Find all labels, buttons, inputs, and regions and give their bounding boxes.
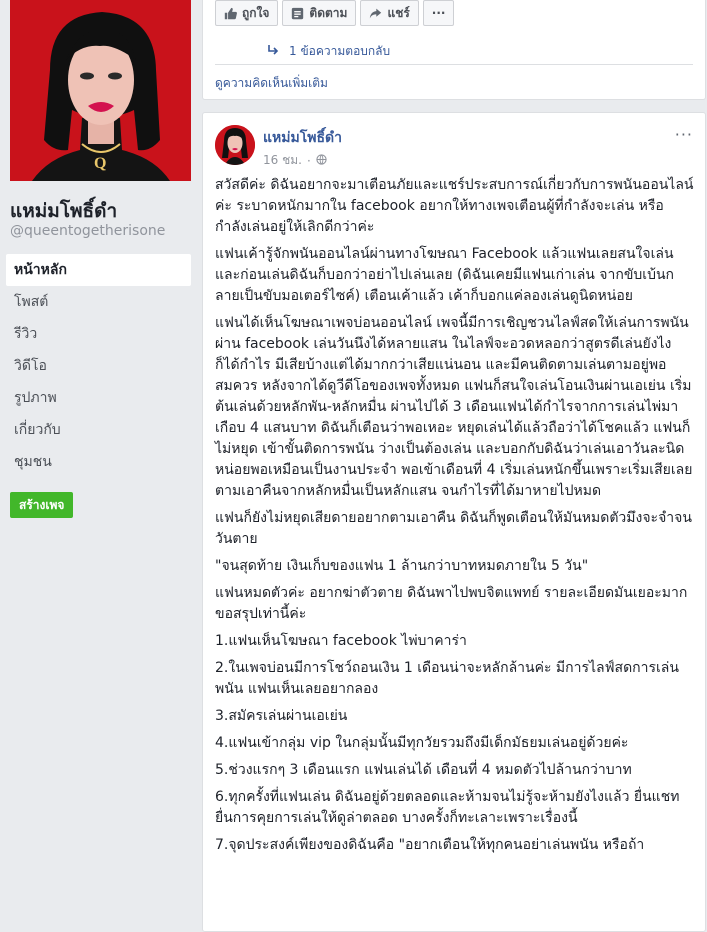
reply-arrow-icon xyxy=(267,44,279,59)
post-paragraph: 3.สมัครเล่นผ่านเอเย่น xyxy=(215,708,348,724)
post-author-name[interactable]: แหม่มโพธิ์ดำ xyxy=(263,127,342,149)
profile-illustration: Q xyxy=(10,0,191,181)
page-profile-picture[interactable]: Q xyxy=(10,0,191,181)
svg-text:Q: Q xyxy=(94,155,106,172)
post-paragraph: 6.ทุกครั้งที่แฟนเล่น ดิฉันอยู่ด้วยตลอดแล… xyxy=(215,789,680,826)
post-options-menu-button[interactable]: ··· xyxy=(675,125,693,144)
create-page-button[interactable]: สร้างเพจ xyxy=(10,492,74,518)
post-text: สวัสดีค่ะ ดิฉันอยากจะมาเตือนภัยและแชร์ปร… xyxy=(215,175,695,862)
like-page-button[interactable]: ถูกใจ xyxy=(215,0,279,26)
post-paragraph: "จนสุดท้าย เงินเก็บของแฟน 1 ล้านกว่าบาทห… xyxy=(215,558,589,574)
post-paragraph: แฟนเค้ารู้จักพนันออนไลน์ผ่านทางโฆษณา Fac… xyxy=(215,246,675,304)
left-column: Q แหม่มโพธิ์ดำ @queentogetherisone หน้าห… xyxy=(0,0,200,915)
post-paragraph: แฟนก็ยังไม่หยุดเสียดายอยากตามเอาคืน ดิฉั… xyxy=(215,510,692,547)
post-author-avatar[interactable] xyxy=(215,125,255,165)
page-name[interactable]: แหม่มโพธิ์ดำ xyxy=(10,196,117,226)
nav-item-photos[interactable]: รูปภาพ xyxy=(6,382,191,414)
nav-item-posts[interactable]: โพสต์ xyxy=(6,286,191,318)
post-paragraph: สวัสดีค่ะ ดิฉันอยากจะมาเตือนภัยและแชร์ปร… xyxy=(215,177,694,235)
page-nav: หน้าหลัก โพสต์ รีวิว วิดีโอ รูปภาพ เกี่ย… xyxy=(6,254,191,478)
page-action-row: ถูกใจ ติดตาม แชร์ ··· xyxy=(215,0,455,30)
post-paragraph: แฟนหมดตัวค่ะ อยากฆ่าตัวตาย ดิฉันพาไปพบจิ… xyxy=(215,585,688,622)
replies-label: 1 ข้อความตอบกลับ xyxy=(289,44,391,58)
nav-item-about[interactable]: เกี่ยวกับ xyxy=(6,414,191,446)
share-arrow-icon xyxy=(369,7,382,20)
post-card: แหม่มโพธิ์ดำ 16 ชม. · ··· สวัสดีค่ะ ดิฉั… xyxy=(202,112,706,932)
follow-page-button[interactable]: ติดตาม xyxy=(282,0,357,26)
share-label: แชร์ xyxy=(387,5,410,20)
rss-feed-icon xyxy=(291,7,304,20)
replies-link[interactable]: 1 ข้อความตอบกลับ xyxy=(267,42,390,61)
like-label: ถูกใจ xyxy=(242,5,270,20)
view-more-comments-link[interactable]: ดูความคิดเห็นเพิ่มเติม xyxy=(215,74,328,93)
post-paragraph: 5.ช่วงแรกๆ 3 เดือนแรก แฟนเล่นได้ เดือนที… xyxy=(215,762,632,778)
nav-item-reviews[interactable]: รีวิว xyxy=(6,318,191,350)
avatar-illustration xyxy=(215,125,255,165)
nav-item-videos[interactable]: วิดีโอ xyxy=(6,350,191,382)
post-paragraph: 2.ในเพจบ่อนมีการโชว์ถอนเงิน 1 เดือนน่าจะ… xyxy=(215,660,679,697)
post-paragraph: แฟนได้เห็นโฆษณาเพจบ่อนออนไลน์ เพจนี้มีกา… xyxy=(215,315,693,499)
post-time-text: 16 ชม. xyxy=(263,153,302,167)
post-paragraph: 4.แฟนเข้ากลุ่ม vip ในกลุ่มนั้นมีทุกวัยรว… xyxy=(215,735,629,751)
divider xyxy=(215,64,693,65)
follow-label: ติดตาม xyxy=(309,5,348,20)
nav-item-home[interactable]: หน้าหลัก xyxy=(6,254,191,286)
page-handle[interactable]: @queentogetherisone xyxy=(10,223,165,239)
thumbs-up-icon xyxy=(224,7,237,20)
post-timestamp[interactable]: 16 ชม. · xyxy=(263,151,327,170)
separator-dot: · xyxy=(306,153,311,168)
more-options-button[interactable]: ··· xyxy=(422,0,455,26)
globe-icon xyxy=(316,153,327,168)
post-paragraph: 7.จุดประสงค์เพียงของดิฉันคือ "อยากเตือนใ… xyxy=(215,837,645,853)
post-paragraph: 1.แฟนเห็นโฆษณา facebook ไพ่บาคาร่า xyxy=(215,633,467,649)
page-header-card: ถูกใจ ติดตาม แชร์ ··· 1 ข้อความตอบกลับ ด… xyxy=(202,0,706,100)
share-page-button[interactable]: แชร์ xyxy=(360,0,419,26)
nav-item-community[interactable]: ชุมชน xyxy=(6,446,191,478)
